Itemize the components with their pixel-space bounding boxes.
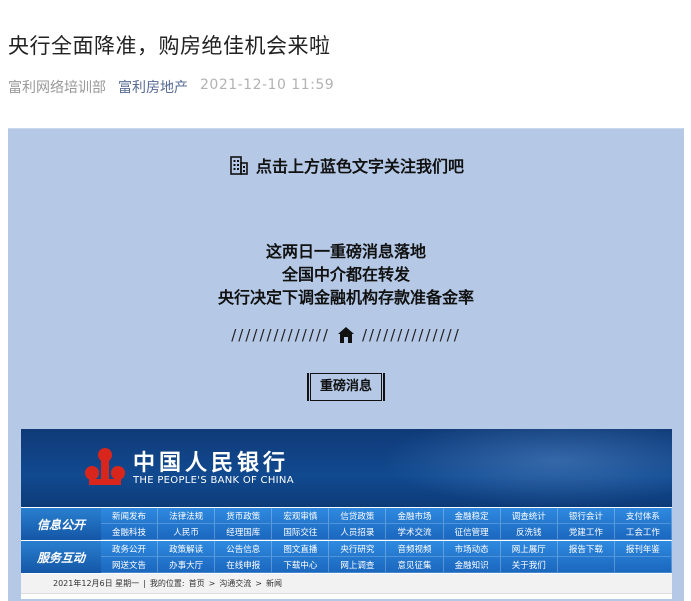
pboc-name-en: THE PEOPLE'S BANK OF CHINA bbox=[133, 475, 294, 486]
nav-link[interactable]: 下载中心 bbox=[272, 557, 330, 573]
account-link[interactable]: 富利房地产 bbox=[118, 77, 188, 97]
pboc-header: 中国人民银行 THE PEOPLE'S BANK OF CHINA bbox=[21, 429, 672, 507]
nav-link[interactable]: 关于我们 bbox=[500, 557, 558, 573]
nav-link[interactable]: 网上展厅 bbox=[500, 541, 558, 557]
nav-link[interactable]: 金融稳定 bbox=[443, 508, 501, 524]
pboc-screenshot: 中国人民银行 THE PEOPLE'S BANK OF CHINA 信息公开 新… bbox=[21, 429, 672, 599]
nav-link[interactable]: 音频视频 bbox=[386, 541, 444, 557]
section-tag-label: 重磅消息 bbox=[309, 373, 382, 401]
article-title: 央行全面降准，购房绝佳机会来啦 bbox=[8, 34, 331, 58]
nav-link[interactable] bbox=[614, 557, 672, 573]
tag-bar-left bbox=[306, 373, 309, 401]
headline-line: 这两日一重磅消息落地 bbox=[265, 242, 426, 261]
content-card: 点击上方蓝色文字关注我们吧 这两日一重磅消息落地 全国中介都在转发 央行决定下调… bbox=[8, 128, 684, 601]
nav-link[interactable]: 经理国库 bbox=[215, 524, 273, 540]
nav-link[interactable]: 信贷政策 bbox=[329, 508, 387, 524]
crumb-section[interactable]: 沟通交流 bbox=[219, 578, 251, 589]
crumb-date: 2021年12月6日 星期一 bbox=[53, 579, 140, 588]
pill-wrap: 重磅消息 bbox=[8, 373, 684, 401]
nav-link[interactable]: 在线申报 bbox=[215, 557, 273, 573]
nav-link[interactable]: 党建工作 bbox=[557, 524, 615, 540]
nav-link[interactable] bbox=[557, 557, 615, 573]
nav-side-label: 信息公开 bbox=[21, 508, 101, 540]
breadcrumb: 2021年12月6日 星期一 | 我的位置: 首页 > 沟通交流 > 新闻 bbox=[21, 574, 672, 594]
header-glow bbox=[381, 429, 672, 507]
headline-line: 全国中介都在转发 bbox=[281, 265, 410, 284]
nav-link[interactable]: 金融知识 bbox=[443, 557, 501, 573]
crumb-arrow: > bbox=[208, 579, 216, 588]
article-meta: 富利网络培训部 富利房地产 2021-12-10 11:59 bbox=[8, 77, 334, 97]
follow-banner: 点击上方蓝色文字关注我们吧 bbox=[8, 153, 684, 177]
crumb-arrow: > bbox=[255, 579, 262, 588]
house-icon bbox=[338, 327, 354, 343]
nav-link[interactable]: 网送文告 bbox=[101, 557, 159, 573]
headline-line: 央行决定下调金融机构存款准备金率 bbox=[217, 288, 474, 307]
nav-link[interactable]: 银行会计 bbox=[557, 508, 615, 524]
nav-link[interactable]: 人民币 bbox=[158, 524, 216, 540]
crumb-current: 新闻 bbox=[265, 579, 282, 588]
nav-link[interactable]: 人员招录 bbox=[329, 524, 387, 540]
nav-link[interactable]: 市场动态 bbox=[443, 541, 501, 557]
nav-link[interactable]: 国际交往 bbox=[272, 524, 330, 540]
nav-link[interactable]: 学术交流 bbox=[386, 524, 444, 540]
crumb-sep: | bbox=[143, 579, 146, 588]
nav-link[interactable]: 网上调查 bbox=[329, 557, 387, 573]
nav-cells: 新闻发布 法律法规 货币政策 宏观审慎 信贷政策 金融市场 金融稳定 调查统计 银行会计 支付体系… bbox=[101, 508, 672, 540]
publish-date: 2021-12-10 11:59 bbox=[200, 77, 335, 93]
nav-link[interactable]: 办事大厅 bbox=[158, 557, 216, 573]
nav-link[interactable]: 法律法规 bbox=[158, 508, 216, 524]
nav-link[interactable]: 金融科技 bbox=[101, 524, 159, 540]
crumb-location: 我的位置: bbox=[149, 579, 185, 588]
nav-link[interactable]: 征信管理 bbox=[443, 524, 501, 540]
pboc-logo-icon bbox=[85, 448, 125, 485]
follow-text: 点击上方蓝色文字关注我们吧 bbox=[255, 157, 464, 176]
decor-divider: ////////////// ////////////// bbox=[8, 325, 684, 345]
nav-link[interactable]: 支付体系 bbox=[614, 508, 672, 524]
nav-link[interactable]: 报告下载 bbox=[557, 541, 615, 557]
nav-link[interactable]: 政策解读 bbox=[158, 541, 216, 557]
divider-right: ////////////// bbox=[362, 326, 461, 344]
nav-link[interactable]: 意见征集 bbox=[386, 557, 444, 573]
nav-link[interactable]: 货币政策 bbox=[215, 508, 273, 524]
divider-left: ////////////// bbox=[231, 326, 330, 344]
nav-link[interactable]: 新闻发布 bbox=[101, 508, 159, 524]
nav-row-service: 服务互动 政务公开 政策解读 公告信息 图文直播 央行研究 音频视频 市场动态 网上展厅 报告下… bbox=[21, 541, 672, 573]
nav-link[interactable]: 宏观审慎 bbox=[272, 508, 330, 524]
nav-link[interactable]: 报刊年鉴 bbox=[614, 541, 672, 557]
building-icon bbox=[230, 156, 248, 175]
nav-link[interactable]: 央行研究 bbox=[329, 541, 387, 557]
nav-link[interactable]: 工会工作 bbox=[614, 524, 672, 540]
nav-link[interactable]: 政务公开 bbox=[101, 541, 159, 557]
author-name: 富利网络培训部 bbox=[8, 80, 106, 96]
headline-block: 这两日一重磅消息落地 全国中介都在转发 央行决定下调金融机构存款准备金率 bbox=[8, 240, 684, 309]
nav-link[interactable]: 图文直播 bbox=[272, 541, 330, 557]
nav-link[interactable]: 公告信息 bbox=[215, 541, 273, 557]
nav-row-info: 信息公开 新闻发布 法律法规 货币政策 宏观审慎 信贷政策 金融市场 金融稳定 调查统计 银行会… bbox=[21, 508, 672, 540]
crumb-home[interactable]: 首页 bbox=[189, 578, 205, 589]
nav-cells: 政务公开 政策解读 公告信息 图文直播 央行研究 音频视频 市场动态 网上展厅 报告下载 报刊年鉴… bbox=[101, 541, 672, 573]
section-tag: 重磅消息 bbox=[306, 373, 386, 401]
nav-side-label: 服务互动 bbox=[21, 541, 101, 573]
nav-link[interactable]: 调查统计 bbox=[500, 508, 558, 524]
nav-link[interactable]: 金融市场 bbox=[386, 508, 444, 524]
tag-bar-right bbox=[383, 373, 385, 401]
nav-link[interactable]: 反洗钱 bbox=[500, 524, 558, 540]
pboc-name-cn: 中国人民银行 bbox=[133, 450, 290, 476]
